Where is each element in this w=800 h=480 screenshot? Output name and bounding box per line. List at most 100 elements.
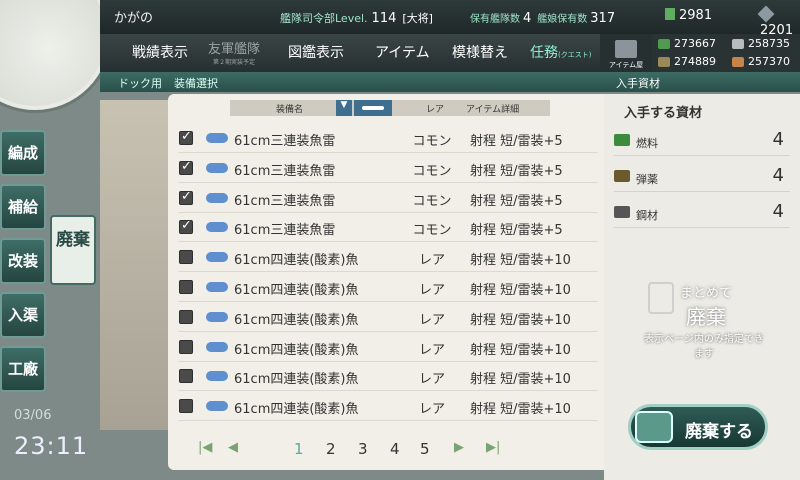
- equipment-rarity: レア: [418, 342, 445, 358]
- hq-level: 艦隊司令部Level. 114 [大将]: [280, 11, 433, 26]
- row-checkbox[interactable]: [179, 218, 193, 235]
- torpedo-icon: [206, 133, 228, 143]
- first-page-button[interactable]: |◀: [198, 440, 212, 455]
- nav-repair[interactable]: 入渠: [0, 292, 46, 338]
- table-row[interactable]: 61cm三連装魚雷 コモン 射程 短/雷装+5: [178, 154, 598, 183]
- main-menu: 戦績表示 友軍艦隊 第２期実装予定 図鑑表示 アイテム 模様替え 任務(クエスト): [100, 34, 600, 72]
- row-checkbox[interactable]: [179, 159, 193, 175]
- equipment-name: 61cm三連装魚雷: [234, 134, 336, 149]
- torpedo-icon: [206, 222, 228, 233]
- table-row[interactable]: 61cm四連装(酸素)魚 レア 射程 短/雷装+10: [178, 303, 598, 332]
- equipment-detail: 射程 短/雷装+10: [470, 312, 571, 328]
- nav-arsenal[interactable]: 工廠: [0, 346, 46, 392]
- dispose-button[interactable]: 廃棄する: [628, 404, 768, 450]
- top-bar: かがの 艦隊司令部Level. 114 [大将] 保有艦隊数 4 艦娘保有数 317 29…: [100, 0, 800, 38]
- row-checkbox[interactable]: [179, 369, 193, 384]
- equipment-rarity: コモン: [412, 193, 452, 209]
- menu-items[interactable]: アイテム: [375, 40, 430, 66]
- torpedo-icon: [206, 401, 228, 412]
- equipment-name: 61cm四連装(酸素)魚: [234, 253, 359, 269]
- menu-records[interactable]: 戦績表示: [132, 40, 188, 66]
- equipment-rarity: レア: [418, 372, 445, 388]
- row-checkbox[interactable]: [179, 129, 193, 145]
- equipment-rarity: レア: [418, 402, 445, 418]
- materials-title: 入手する資材: [624, 106, 703, 121]
- bucket-count: 2981: [665, 8, 712, 23]
- equipment-list-panel: 装備名 ▼ レア アイテム詳細 61cm三連装魚雷コモン射程 短/雷装+561c…: [168, 94, 604, 470]
- menu-furniture[interactable]: 模様替え: [452, 40, 508, 66]
- row-checkbox[interactable]: [179, 309, 193, 324]
- equipment-detail: 射程 短/雷装+5: [470, 163, 563, 179]
- table-row[interactable]: 61cm四連装(酸素)魚 レア 射程 短/雷装+10: [178, 273, 598, 302]
- page-1[interactable]: 1: [294, 440, 304, 458]
- last-page-button[interactable]: ▶|: [486, 440, 500, 455]
- wrench-icon: [757, 5, 775, 23]
- menu-friend-fleet[interactable]: 友軍艦隊 第２期実装予定: [208, 40, 260, 66]
- table-row[interactable]: 61cm四連装(酸素)魚 レア 射程 短/雷装+10: [178, 243, 598, 273]
- torpedo-icon: [206, 341, 228, 352]
- sort-button[interactable]: ▼: [336, 100, 352, 116]
- nav-organize[interactable]: 編成: [0, 130, 46, 176]
- player-name: かがの: [114, 11, 154, 26]
- equipment-name: 61cm四連装(酸素)魚: [234, 283, 359, 298]
- prev-page-button[interactable]: ◀: [228, 440, 238, 455]
- equipment-detail: 射程 短/雷装+5: [470, 134, 563, 149]
- shop-icon: [615, 40, 637, 58]
- clock: 23:11: [14, 432, 89, 460]
- torpedo-icon: [206, 371, 228, 382]
- item-shop-button[interactable]: アイテム屋: [600, 34, 652, 72]
- table-row[interactable]: 61cm三連装魚雷 コモン 射程 短/雷装+5: [178, 124, 598, 153]
- filter-button[interactable]: [354, 100, 392, 116]
- equipment-name: 61cm四連装(酸素)魚: [234, 372, 359, 388]
- nav-resupply[interactable]: 補給: [0, 184, 46, 230]
- page-3[interactable]: 3: [358, 440, 368, 458]
- table-row[interactable]: 61cm四連装(酸素)魚 レア 射程 短/雷装+10: [178, 362, 598, 392]
- fuel-icon: [658, 39, 670, 49]
- table-row[interactable]: 61cm四連装(酸素)魚 レア 射程 短/雷装+10: [178, 392, 598, 422]
- bucket-icon: [665, 8, 675, 20]
- row-checkbox[interactable]: [179, 280, 193, 294]
- scrap-tab[interactable]: 廃棄: [50, 215, 96, 285]
- equipment-name: 61cm三連装魚雷: [234, 223, 336, 239]
- equipment-rarity: コモン: [412, 134, 452, 149]
- page-4[interactable]: 4: [390, 440, 400, 458]
- torpedo-icon: [206, 192, 228, 203]
- equipment-detail: 射程 短/雷装+10: [470, 253, 571, 269]
- next-page-button[interactable]: ▶: [454, 440, 464, 455]
- row-checkbox[interactable]: [179, 189, 193, 205]
- header-detail: アイテム詳細: [466, 105, 520, 115]
- header-name: 装備名: [276, 105, 304, 115]
- equipment-detail: 射程 短/雷装+10: [470, 342, 571, 358]
- menu-encyclopedia[interactable]: 図鑑表示: [288, 40, 344, 66]
- fuel-icon: [614, 134, 630, 146]
- material-steel: 鋼材 4: [614, 198, 790, 228]
- table-row[interactable]: 61cm三連装魚雷 コモン 射程 短/雷装+5: [178, 184, 598, 213]
- logo-emblem: [0, 0, 110, 110]
- equipment-name: 61cm三連装魚雷: [234, 193, 336, 209]
- section-bar: ドック用 装備選択: [100, 72, 600, 92]
- nav-remodel[interactable]: 改装: [0, 238, 46, 284]
- steel-resource: 258735: [726, 35, 798, 52]
- page-2[interactable]: 2: [326, 440, 336, 458]
- bulk-dispose-button[interactable]: まとめて 廃棄 表示ページ内のみ指定できます: [640, 274, 768, 360]
- equipment-name: 61cm四連装(酸素)魚: [234, 402, 359, 418]
- equipment-detail: 射程 短/雷装+5: [470, 223, 563, 239]
- material-ammo: 弾薬 4: [614, 162, 790, 192]
- equipment-detail: 射程 短/雷装+10: [470, 283, 571, 298]
- torpedo-icon: [206, 162, 228, 173]
- steel-icon: [732, 39, 744, 49]
- ship-counts: 保有艦隊数 4 艦娘保有数 317: [470, 11, 616, 26]
- row-checkbox[interactable]: [179, 339, 193, 354]
- equipment-rarity: コモン: [412, 163, 452, 179]
- menu-quests[interactable]: 任務(クエスト): [530, 40, 591, 66]
- table-row[interactable]: 61cm三連装魚雷 コモン 射程 短/雷装+5: [178, 213, 598, 243]
- row-checkbox[interactable]: [179, 250, 193, 265]
- torpedo-icon: [206, 311, 228, 322]
- equipment-name: 61cm四連装(酸素)魚: [234, 312, 359, 328]
- table-row[interactable]: 61cm四連装(酸素)魚 レア 射程 短/雷装+10: [178, 333, 598, 362]
- torpedo-icon: [206, 282, 228, 292]
- ammo-icon: [614, 170, 630, 182]
- row-checkbox[interactable]: [179, 399, 193, 414]
- page-5[interactable]: 5: [420, 440, 430, 458]
- equipment-detail: 射程 短/雷装+10: [470, 372, 571, 388]
